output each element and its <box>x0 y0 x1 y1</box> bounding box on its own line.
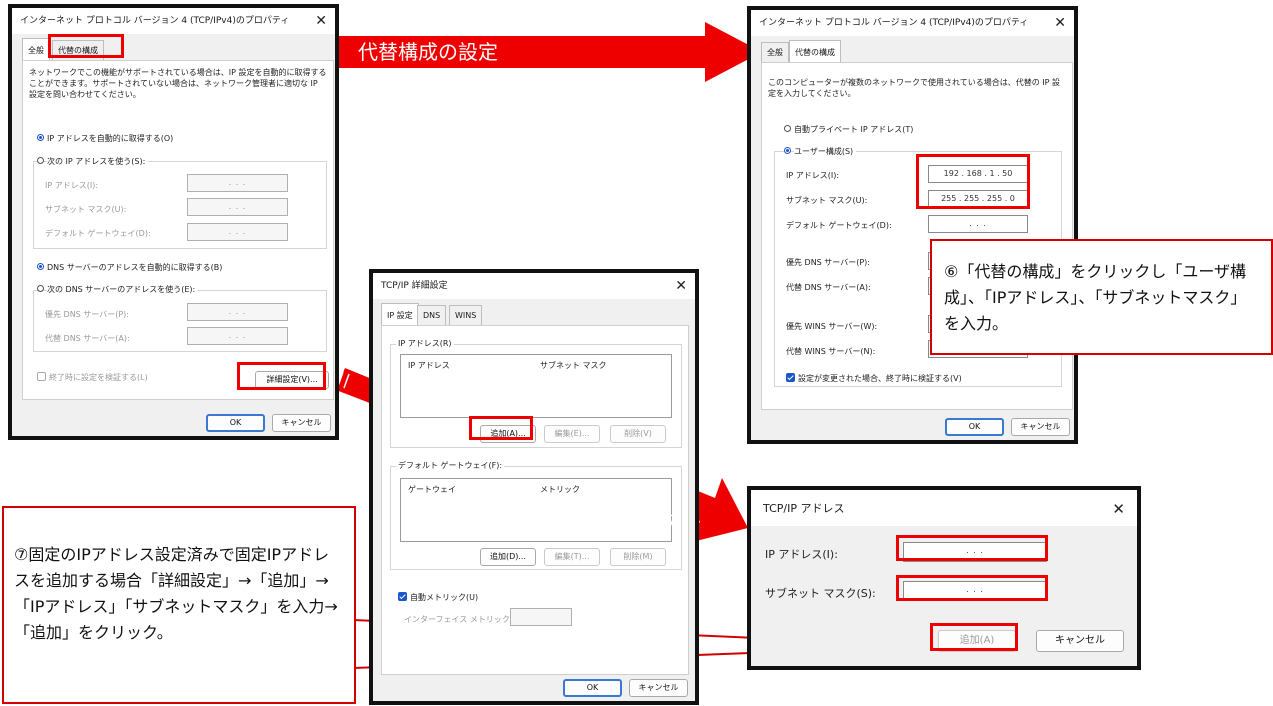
gateway-group-label: デフォルト ゲートウェイ(F): <box>396 460 505 471</box>
edit-gateway-button[interactable]: 編集(T)... <box>544 548 600 566</box>
dialog-title: TCP/IP 詳細設定 <box>373 273 695 299</box>
ip-address-field[interactable]: . . . <box>187 174 288 192</box>
interface-metric-label: インターフェイス メトリック(N): <box>404 615 525 624</box>
dialog-title: インターネット プロトコル バージョン 4 (TCP/IPv4)のプロパティ <box>12 8 335 34</box>
close-icon[interactable]: ✕ <box>1112 490 1125 528</box>
radio-manual-dns[interactable] <box>37 285 44 292</box>
highlight-alternate-tab <box>48 34 124 58</box>
auto-metric-checkbox[interactable] <box>398 592 407 601</box>
close-icon[interactable]: ✕ <box>1054 10 1066 36</box>
alternate-dns-field[interactable]: . . . <box>187 327 288 345</box>
tab-general[interactable]: 全般 <box>22 38 50 60</box>
radio-manual-ip[interactable] <box>37 157 44 164</box>
alternate-config-dialog: インターネット プロトコル バージョン 4 (TCP/IPv4)のプロパティ ✕… <box>747 6 1078 444</box>
close-icon[interactable]: ✕ <box>675 273 687 299</box>
tab-general[interactable]: 全般 <box>761 42 789 62</box>
radio-auto-ip[interactable] <box>37 134 44 141</box>
radio-auto-ip-label: IP アドレスを自動的に取得する(O) <box>47 134 174 143</box>
label-ip-address: IP アドレス(I): <box>45 181 99 190</box>
cancel-button[interactable]: キャンセル <box>272 414 331 432</box>
label-subnet-mask: サブネット マスク(S): <box>765 587 876 600</box>
general-description: ネットワークでこの機能がサポートされている場合は、IP 設定を自動的に取得するこ… <box>29 68 327 99</box>
col-metric: メトリック <box>540 485 580 494</box>
ip-address-group-label: IP アドレス(R) <box>396 338 454 349</box>
label-ip-address: IP アドレス(I): <box>765 548 838 561</box>
label-preferred-dns: 優先 DNS サーバー(P): <box>786 258 870 267</box>
col-subnet-mask: サブネット マスク <box>540 361 607 370</box>
interface-metric-field[interactable] <box>510 608 572 626</box>
cancel-button[interactable]: キャンセル <box>1011 418 1070 436</box>
dialog-title: TCP/IP アドレス <box>751 490 1137 526</box>
radio-auto-dns-label: DNS サーバーのアドレスを自動的に取得する(B) <box>47 263 223 272</box>
tab-ip-settings[interactable]: IP 設定 <box>381 303 419 325</box>
label-subnet-mask: サブネット マスク(U): <box>786 196 868 205</box>
auto-metric-label: 自動メトリック(U) <box>410 593 479 602</box>
col-gateway: ゲートウェイ <box>408 485 456 494</box>
ok-button[interactable]: OK <box>206 414 265 432</box>
cancel-button[interactable]: キャンセル <box>1036 630 1124 652</box>
arrow-alt-config-label: 代替構成の設定 <box>358 40 498 64</box>
label-ip-address: IP アドレス(I): <box>786 171 840 180</box>
label-preferred-wins: 優先 WINS サーバー(W): <box>786 322 878 331</box>
close-icon[interactable]: ✕ <box>315 8 327 34</box>
highlight-advanced-button <box>237 362 326 390</box>
label-preferred-dns: 優先 DNS サーバー(P): <box>45 310 129 319</box>
preferred-dns-field[interactable]: . . . <box>187 303 288 321</box>
validate-checkbox-label: 終了時に設定を検証する(L) <box>49 373 148 382</box>
radio-user-config[interactable] <box>784 147 791 154</box>
validate-checkbox-label: 設定が変更された場合、終了時に検証する(V) <box>798 374 962 383</box>
ok-button[interactable]: OK <box>563 679 622 697</box>
radio-auto-dns[interactable] <box>37 263 44 270</box>
callout-7-text: ⑦固定のIPアドレス設定済みで固定IPアドレスを追加する場合「詳細設定」→「追加… <box>14 545 338 642</box>
tab-alternate[interactable]: 代替の構成 <box>789 40 841 62</box>
ok-button[interactable]: OK <box>945 418 1004 436</box>
callout-6-text: ⑥「代替の構成」をクリックし「ユーザ構成」、「IPアドレス」、「サブネットマスク… <box>944 262 1247 333</box>
general-panel: ネットワークでこの機能がサポートされている場合は、IP 設定を自動的に取得するこ… <box>22 60 334 400</box>
radio-user-config-label: ユーザー構成(S) <box>794 146 857 157</box>
edit-ip-button[interactable]: 編集(E)... <box>544 425 600 443</box>
cancel-button[interactable]: キャンセル <box>629 679 688 697</box>
radio-manual-dns-label: 次の DNS サーバーのアドレスを使う(E): <box>47 284 199 295</box>
validate-checkbox[interactable] <box>786 373 795 382</box>
label-alternate-dns: 代替 DNS サーバー(A): <box>786 283 871 292</box>
radio-apipa-label: 自動プライベート IP アドレス(T) <box>794 125 914 134</box>
callout-step-7: ⑦固定のIPアドレス設定済みで固定IPアドレスを追加する場合「詳細設定」→「追加… <box>2 506 356 704</box>
highlight-add-button <box>469 416 533 440</box>
dialog-title: インターネット プロトコル バージョン 4 (TCP/IPv4)のプロパティ <box>751 10 1074 36</box>
callout-step-6: ⑥「代替の構成」をクリックし「ユーザ構成」、「IPアドレス」、「サブネットマスク… <box>930 239 1273 355</box>
tab-dns[interactable]: DNS <box>417 305 447 325</box>
label-default-gateway: デフォルト ゲートウェイ(D): <box>45 229 151 238</box>
default-gateway-field[interactable]: . . . <box>928 215 1028 233</box>
highlight-ip-field <box>896 535 1048 561</box>
col-ip-address: IP アドレス <box>408 361 450 370</box>
default-gateway-field[interactable]: . . . <box>187 223 288 241</box>
label-subnet-mask: サブネット マスク(U): <box>45 205 127 214</box>
validate-checkbox[interactable] <box>37 372 46 381</box>
alternate-description: このコンピューターが複数のネットワークで使用されている場合は、代替の IP 設定… <box>768 78 1061 98</box>
highlight-subnet-field <box>896 575 1048 601</box>
tab-wins[interactable]: WINS <box>449 305 483 325</box>
subnet-mask-field[interactable]: . . . <box>187 198 288 216</box>
alternate-panel: このコンピューターが複数のネットワークで使用されている場合は、代替の IP 設定… <box>761 62 1073 410</box>
add-gateway-button[interactable]: 追加(D)... <box>480 548 536 566</box>
radio-manual-ip-label: 次の IP アドレスを使う(S): <box>47 156 149 167</box>
label-default-gateway: デフォルト ゲートウェイ(D): <box>786 221 892 230</box>
highlight-add-button <box>930 623 1018 651</box>
highlight-ip-subnet <box>916 154 1030 209</box>
label-alternate-dns: 代替 DNS サーバー(A): <box>45 334 130 343</box>
delete-gateway-button[interactable]: 削除(M) <box>610 548 666 566</box>
delete-ip-button[interactable]: 削除(V) <box>610 425 666 443</box>
label-alternate-wins: 代替 WINS サーバー(N): <box>786 347 876 356</box>
tcpip-advanced-dialog: TCP/IP 詳細設定 ✕ IP 設定 DNS WINS IP アドレス(R) … <box>369 269 699 705</box>
radio-apipa[interactable] <box>784 125 791 132</box>
